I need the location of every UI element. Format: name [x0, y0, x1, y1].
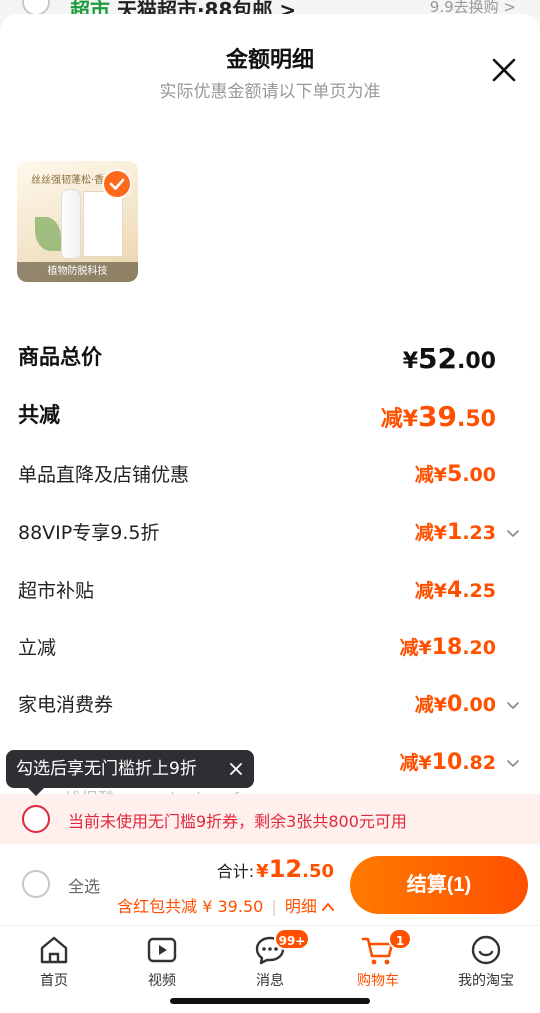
amount-row-value: 减¥1.23 — [415, 518, 496, 545]
amount-int: 0 — [447, 692, 463, 717]
amount-row[interactable]: 88VIP专享9.5折 减¥1.23 — [0, 512, 540, 552]
amount-row-label: 家电消费券 — [18, 694, 114, 716]
sheet-subtitle: 实际优惠金额请以下单页为准 — [159, 82, 381, 102]
amount-prefix: 减¥ — [414, 580, 448, 602]
coupon-bar: 当前未使用无门槛9折券，剩余3张共800元可用 — [0, 794, 540, 844]
amount-prefix: 减¥ — [414, 464, 448, 486]
coupon-message: 当前未使用无门槛9折券，剩余3张共800元可用 — [68, 812, 407, 831]
amount-row-label: 88VIP专享9.5折 — [18, 522, 160, 544]
select-all-radio[interactable] — [22, 870, 50, 898]
home-icon — [40, 936, 68, 964]
amount-row: 单品直降及店铺优惠 减¥5.00 — [0, 454, 540, 494]
amount-dec: .00 — [457, 349, 496, 374]
amount-prefix: 减¥ — [414, 694, 448, 716]
amount-row: 商品总价 ¥52.00 — [0, 338, 540, 378]
amount-row-label: 立减 — [18, 637, 57, 659]
detail-link-label: 明细 — [284, 897, 317, 916]
total-label: 合计: — [216, 862, 255, 881]
coupon-tooltip: 勾选后享无门槛折上9折 — [6, 750, 254, 788]
amount-row-label: 共减 — [18, 403, 60, 427]
amount-row-value: 减¥4.25 — [415, 576, 496, 603]
tab-profile[interactable]: 我的淘宝 — [432, 932, 540, 994]
amount-dec: .50 — [457, 407, 496, 432]
total-amount: 合计: ¥12.50 — [217, 855, 334, 883]
product-image-banner: 植物防脱科技 — [17, 262, 138, 282]
amount-prefix: 减¥ — [399, 752, 432, 774]
chevron-up-icon — [322, 903, 334, 911]
tooltip-pointer — [28, 788, 44, 796]
amount-dec: .00 — [462, 464, 496, 486]
checkmark-icon — [109, 178, 125, 190]
tab-cart[interactable]: 购物车 1 — [324, 928, 432, 994]
total-decimal: .50 — [302, 861, 334, 882]
amount-int: 18 — [431, 635, 463, 660]
amount-int: 4 — [447, 578, 463, 603]
amount-dec: .20 — [462, 637, 496, 659]
tooltip-text: 勾选后享无门槛折上9折 — [16, 759, 197, 779]
amount-dec: .82 — [462, 752, 496, 774]
amount-int: 5 — [447, 462, 463, 487]
amount-int: 10 — [431, 750, 463, 775]
amount-row: 超市补贴 减¥4.25 — [0, 570, 540, 610]
select-all-label[interactable]: 全选 — [68, 873, 100, 897]
tooltip-close-icon[interactable] — [228, 761, 244, 777]
message-count-badge: 99+ — [274, 928, 310, 950]
amount-row-value: 减¥39.50 — [381, 400, 496, 433]
discount-summary: 含红包共减 ¥ 39.50 | 明细 — [117, 893, 334, 917]
amount-dec: .23 — [462, 522, 496, 544]
amount-row-label: 商品总价 — [18, 345, 102, 369]
coupon-select-radio[interactable] — [22, 805, 50, 833]
cart-count-badge: 1 — [388, 928, 412, 950]
amount-prefix: ¥ — [402, 349, 419, 374]
leaf-graphic — [35, 217, 61, 251]
amount-row: 共减 减¥39.50 — [0, 396, 540, 436]
product-thumbnail[interactable]: 丝丝强韧蓬松·香韵润 植物防脱科技 — [17, 161, 138, 282]
close-icon — [492, 58, 516, 82]
amount-row[interactable]: 家电消费券 减¥0.00 — [0, 684, 540, 724]
detail-link[interactable]: 明细 — [285, 897, 334, 916]
amount-int: 52 — [418, 342, 458, 375]
chevron-down-icon[interactable] — [506, 527, 520, 541]
checkout-bar: 全选 合计: ¥12.50 含红包共减 ¥ 39.50 | 明细 结算(1) — [0, 847, 540, 925]
tab-label: 购物车 — [357, 973, 399, 989]
amount-row-value: 减¥5.00 — [415, 460, 496, 487]
divider: | — [271, 897, 277, 916]
amount-prefix: 减¥ — [399, 637, 432, 659]
amount-row-value: 减¥0.00 — [415, 690, 496, 717]
home-indicator — [170, 998, 370, 1004]
amount-dec: .00 — [462, 694, 496, 716]
amount-dec: .25 — [462, 580, 496, 602]
tab-label: 视频 — [148, 973, 176, 989]
amount-row: 立减 减¥18.20 — [0, 627, 540, 667]
tab-label: 首页 — [40, 973, 68, 989]
amount-int: 39 — [418, 400, 458, 433]
discount-text: 含红包共减 ¥ 39.50 — [117, 897, 264, 916]
amount-row-label: 单品直降及店铺优惠 — [18, 464, 190, 486]
tab-label: 我的淘宝 — [458, 973, 514, 989]
amount-prefix: 减¥ — [414, 522, 448, 544]
product-selected-check[interactable] — [102, 169, 132, 199]
amount-int: 1 — [447, 520, 463, 545]
checkout-button[interactable]: 结算(1) — [350, 856, 528, 914]
total-integer: 12 — [268, 855, 303, 883]
tab-label: 消息 — [256, 973, 284, 989]
tab-home[interactable]: 首页 — [0, 932, 108, 994]
amount-row-value: ¥52.00 — [403, 342, 496, 375]
amount-row-label: 超市补贴 — [18, 580, 95, 602]
close-button[interactable] — [490, 56, 518, 84]
profile-icon — [471, 935, 501, 965]
amount-detail-sheet: 金额明细 实际优惠金额请以下单页为准 丝丝强韧蓬松·香韵润 植物防脱科技 商品总… — [0, 14, 540, 847]
bottle-graphic — [61, 189, 81, 259]
video-icon — [147, 937, 177, 963]
amount-prefix: 减¥ — [380, 407, 419, 432]
chevron-down-icon[interactable] — [506, 699, 520, 713]
total-currency: ¥ — [256, 861, 269, 882]
sheet-title: 金额明细 — [225, 48, 314, 73]
chevron-down-icon[interactable] — [506, 757, 520, 771]
amount-row-value: 减¥10.82 — [399, 748, 496, 775]
tab-video[interactable]: 视频 — [108, 932, 216, 994]
amount-row-value: 减¥18.20 — [399, 633, 496, 660]
tab-messages[interactable]: 消息 99+ — [216, 928, 324, 994]
